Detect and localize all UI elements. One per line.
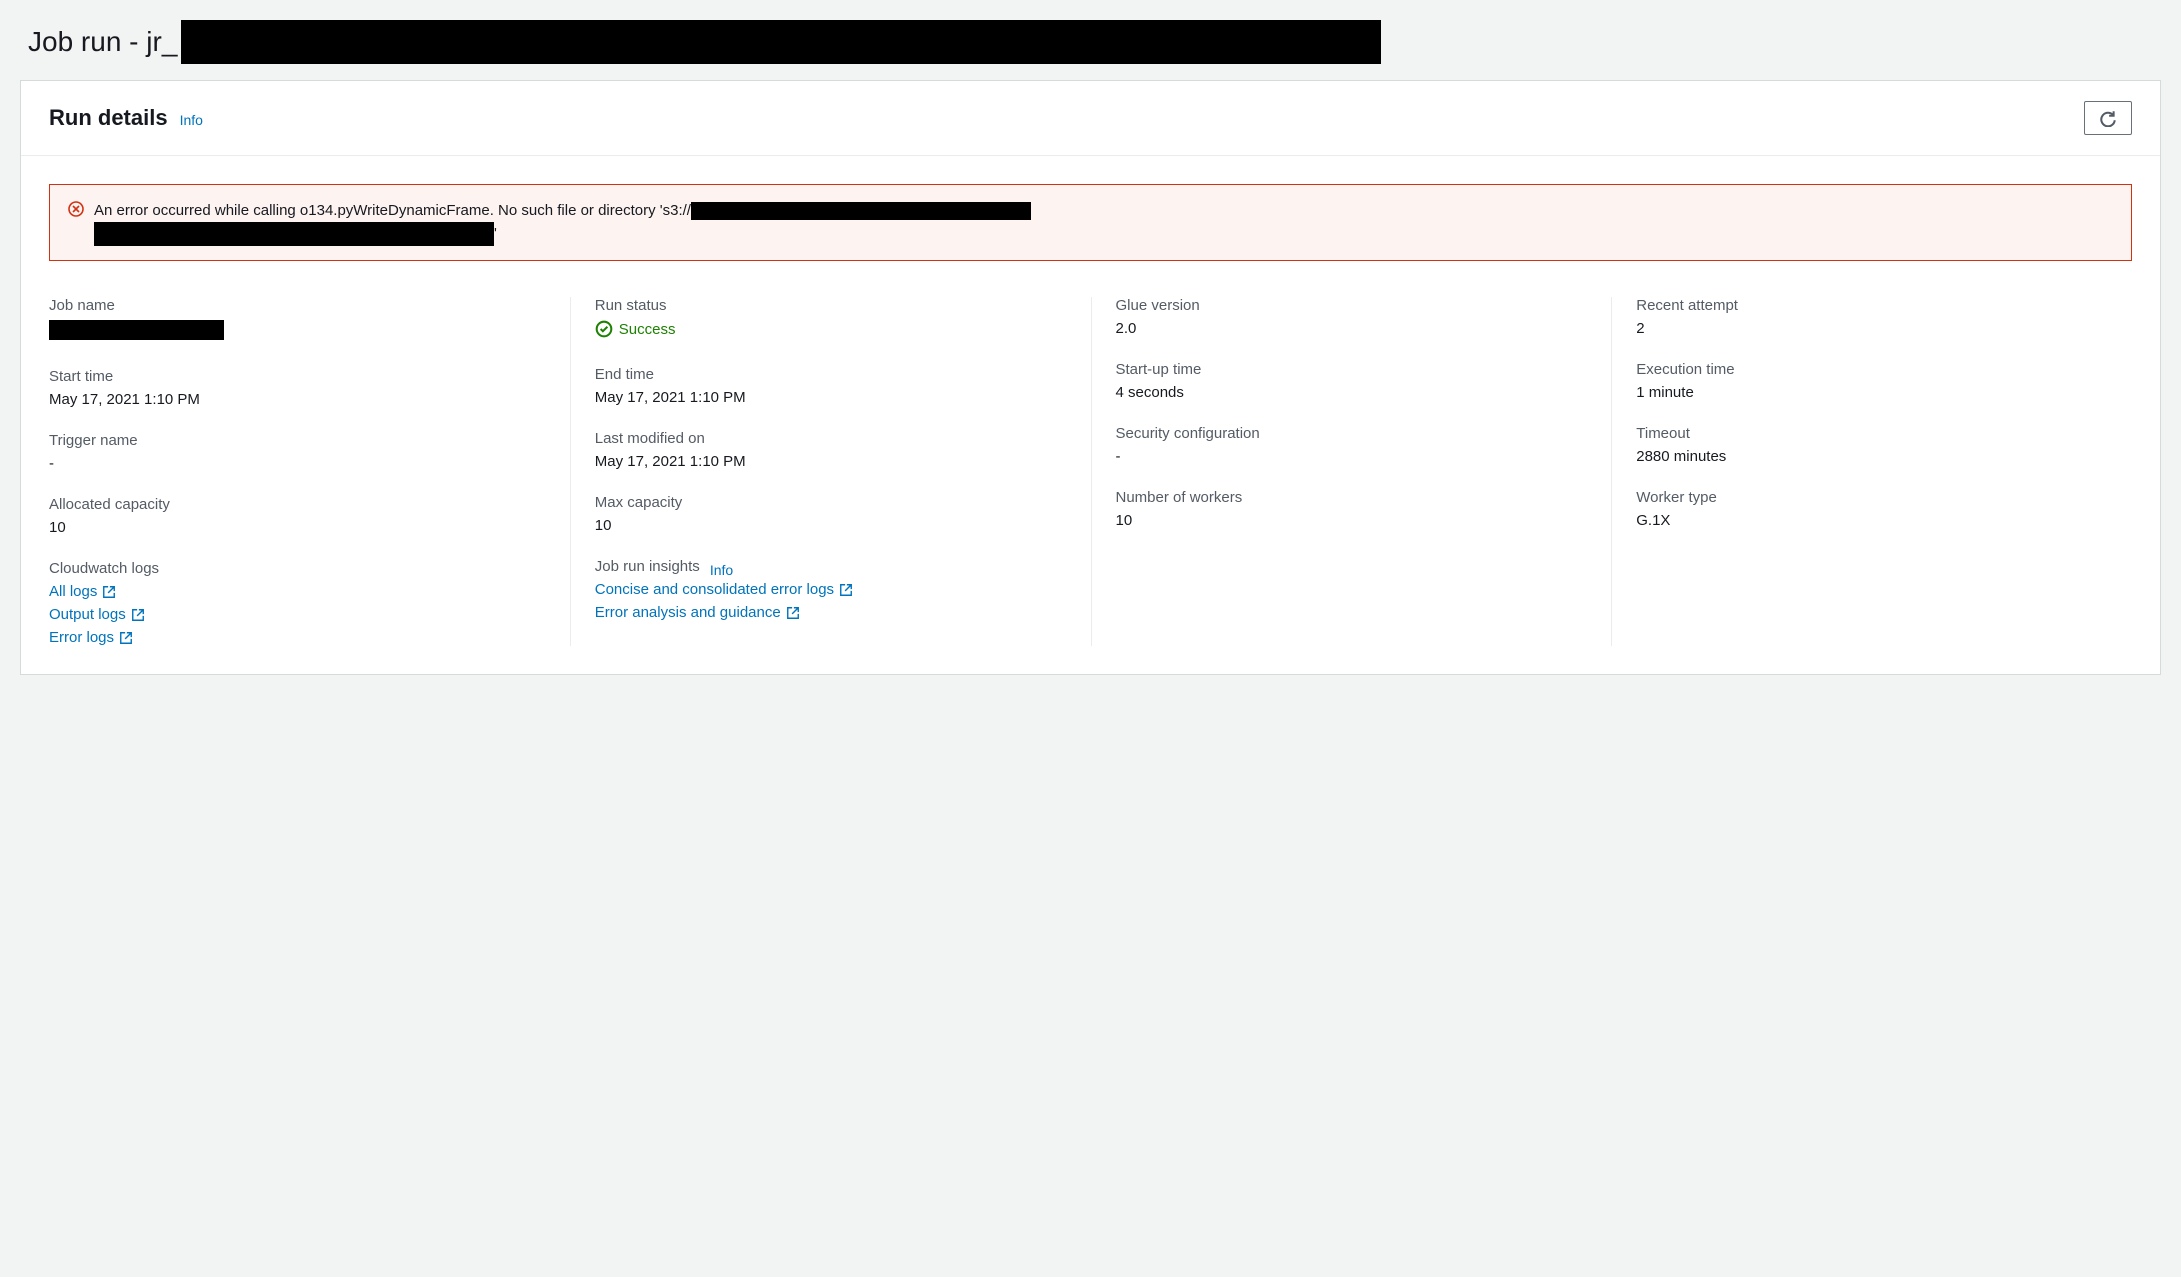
max-capacity-label: Max capacity — [595, 494, 1067, 511]
start-time-field: Start time May 17, 2021 1:10 PM — [49, 368, 546, 408]
info-link[interactable]: Info — [180, 112, 203, 128]
security-config-field: Security configuration - — [1116, 425, 1588, 465]
last-modified-field: Last modified on May 17, 2021 1:10 PM — [595, 430, 1067, 470]
error-alert: An error occurred while calling o134.pyW… — [49, 184, 2132, 261]
run-status-value: Success — [619, 321, 676, 338]
page-title: Job run - jr_ — [0, 0, 2181, 80]
output-logs-text: Output logs — [49, 606, 126, 623]
glue-version-value: 2.0 — [1116, 320, 1588, 337]
insights-info-link[interactable]: Info — [710, 562, 733, 578]
start-time-label: Start time — [49, 368, 546, 385]
recent-attempt-field: Recent attempt 2 — [1636, 297, 2108, 337]
error-text-2: ' — [494, 225, 497, 242]
allocated-capacity-label: Allocated capacity — [49, 496, 546, 513]
output-logs-link[interactable]: Output logs — [49, 606, 546, 623]
end-time-label: End time — [595, 366, 1067, 383]
worker-type-field: Worker type G.1X — [1636, 489, 2108, 529]
cloudwatch-logs-field: Cloudwatch logs All logs Output logs Err… — [49, 560, 546, 646]
recent-attempt-value: 2 — [1636, 320, 2108, 337]
number-of-workers-value: 10 — [1116, 512, 1588, 529]
cloudwatch-logs-label: Cloudwatch logs — [49, 560, 546, 577]
max-capacity-field: Max capacity 10 — [595, 494, 1067, 534]
trigger-name-field: Trigger name - — [49, 432, 546, 472]
redacted-job-name — [49, 320, 224, 340]
worker-type-label: Worker type — [1636, 489, 2108, 506]
allocated-capacity-field: Allocated capacity 10 — [49, 496, 546, 536]
startup-time-field: Start-up time 4 seconds — [1116, 361, 1588, 401]
refresh-button[interactable] — [2084, 101, 2132, 135]
run-status-label: Run status — [595, 297, 1067, 314]
timeout-field: Timeout 2880 minutes — [1636, 425, 2108, 465]
security-config-label: Security configuration — [1116, 425, 1588, 442]
last-modified-value: May 17, 2021 1:10 PM — [595, 453, 1067, 470]
panel-header: Run details Info — [21, 81, 2160, 156]
allocated-capacity-value: 10 — [49, 519, 546, 536]
run-status-field: Run status Success — [595, 297, 1067, 342]
glue-version-label: Glue version — [1116, 297, 1588, 314]
insights-field: Job run insights Info Concise and consol… — [595, 558, 1067, 621]
error-logs-text: Error logs — [49, 629, 114, 646]
execution-time-label: Execution time — [1636, 361, 2108, 378]
error-icon — [68, 201, 84, 246]
start-time-value: May 17, 2021 1:10 PM — [49, 391, 546, 408]
error-analysis-link[interactable]: Error analysis and guidance — [595, 604, 1067, 621]
number-of-workers-field: Number of workers 10 — [1116, 489, 1588, 529]
recent-attempt-label: Recent attempt — [1636, 297, 2108, 314]
redacted-path-1 — [691, 202, 1031, 220]
startup-time-value: 4 seconds — [1116, 384, 1588, 401]
error-analysis-text: Error analysis and guidance — [595, 604, 781, 621]
worker-type-value: G.1X — [1636, 512, 2108, 529]
execution-time-field: Execution time 1 minute — [1636, 361, 2108, 401]
timeout-label: Timeout — [1636, 425, 2108, 442]
insights-label: Job run insights — [595, 558, 700, 575]
external-link-icon — [786, 606, 800, 620]
panel-title: Run details — [49, 105, 168, 131]
panel-body: An error occurred while calling o134.pyW… — [21, 156, 2160, 674]
number-of-workers-label: Number of workers — [1116, 489, 1588, 506]
external-link-icon — [119, 631, 133, 645]
all-logs-text: All logs — [49, 583, 97, 600]
status-badge: Success — [595, 320, 676, 338]
timeout-value: 2880 minutes — [1636, 448, 2108, 465]
last-modified-label: Last modified on — [595, 430, 1067, 447]
trigger-name-label: Trigger name — [49, 432, 546, 449]
external-link-icon — [131, 608, 145, 622]
job-name-field: Job name — [49, 297, 546, 344]
glue-version-field: Glue version 2.0 — [1116, 297, 1588, 337]
error-logs-link[interactable]: Error logs — [49, 629, 546, 646]
concise-logs-text: Concise and consolidated error logs — [595, 581, 834, 598]
detail-grid: Job name Start time May 17, 2021 1:10 PM… — [49, 297, 2132, 646]
page-title-prefix: Job run - jr_ — [28, 26, 177, 58]
redacted-path-2 — [94, 222, 494, 246]
success-icon — [595, 320, 613, 338]
refresh-icon — [2099, 109, 2117, 127]
all-logs-link[interactable]: All logs — [49, 583, 546, 600]
error-text-1: An error occurred while calling o134.pyW… — [94, 202, 691, 219]
end-time-field: End time May 17, 2021 1:10 PM — [595, 366, 1067, 406]
run-details-panel: Run details Info An error occurred while… — [20, 80, 2161, 675]
execution-time-value: 1 minute — [1636, 384, 2108, 401]
external-link-icon — [102, 585, 116, 599]
error-message: An error occurred while calling o134.pyW… — [94, 199, 1031, 246]
redacted-job-id — [181, 20, 1381, 64]
max-capacity-value: 10 — [595, 517, 1067, 534]
security-config-value: - — [1116, 448, 1588, 465]
job-name-label: Job name — [49, 297, 546, 314]
end-time-value: May 17, 2021 1:10 PM — [595, 389, 1067, 406]
external-link-icon — [839, 583, 853, 597]
concise-logs-link[interactable]: Concise and consolidated error logs — [595, 581, 1067, 598]
trigger-name-value: - — [49, 455, 546, 472]
startup-time-label: Start-up time — [1116, 361, 1588, 378]
